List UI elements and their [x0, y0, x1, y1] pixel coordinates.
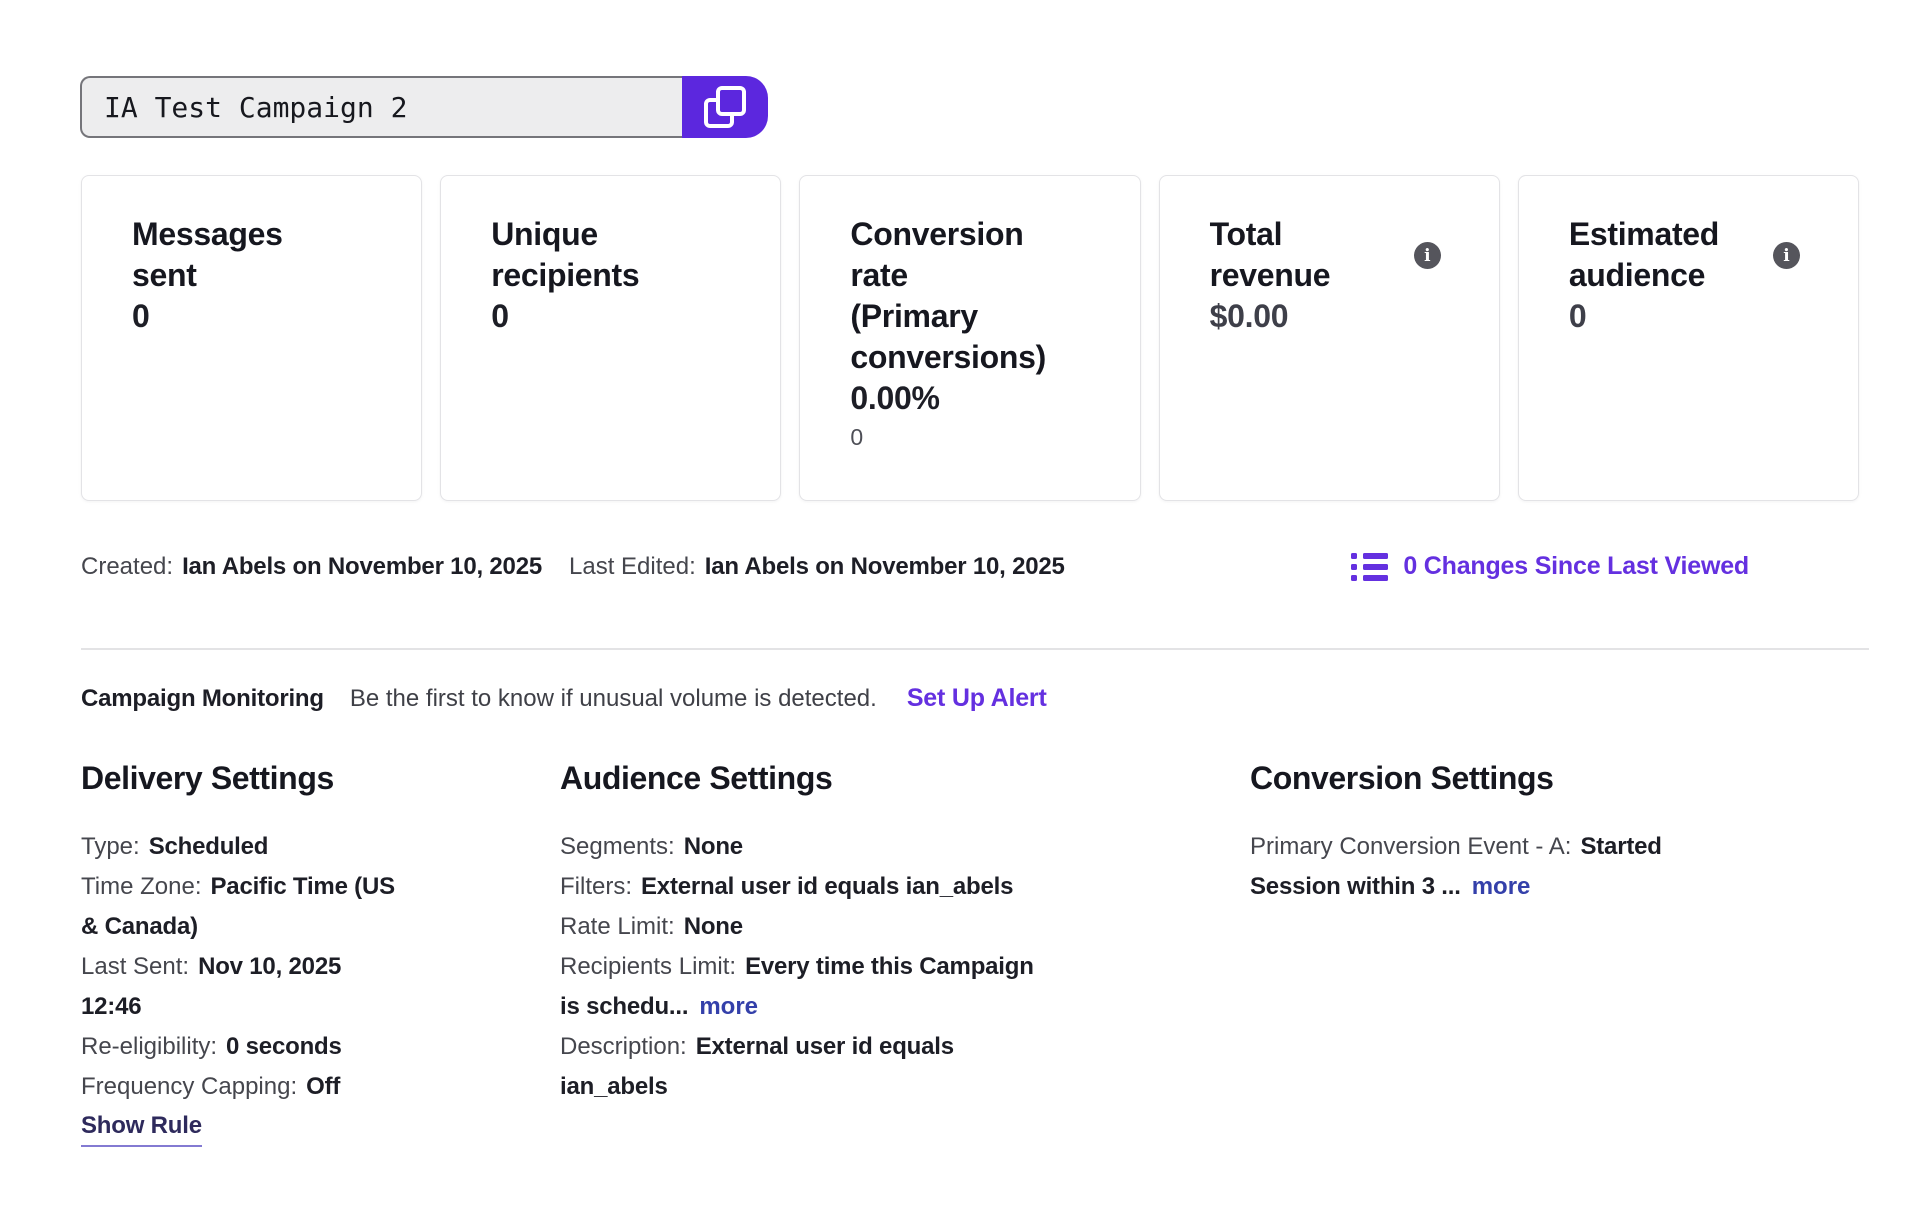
- stat-card-conversion-rate: Conversion rate (Primary conversions) 0.…: [799, 175, 1140, 501]
- row-value: is schedu...: [560, 993, 688, 1020]
- stat-title: Unique recipients: [491, 214, 746, 296]
- meta-row: Created: Ian Abels on November 10, 2025 L…: [81, 552, 1749, 581]
- row-label: Last Sent:: [81, 953, 189, 980]
- row-value: 12:46: [81, 987, 461, 1027]
- row-value: ian_abels: [560, 1067, 1180, 1107]
- row-label: Description:: [560, 1033, 687, 1060]
- created-value: Ian Abels on November 10, 2025: [182, 553, 542, 580]
- row-value: Scheduled: [149, 833, 269, 860]
- info-icon[interactable]: i: [1414, 242, 1441, 269]
- stat-title-line: recipients: [491, 255, 746, 296]
- settings-sections: Delivery Settings Type: Scheduled Time Zo…: [81, 760, 1881, 1180]
- conversion-settings-section: Conversion Settings Primary Conversion E…: [1250, 760, 1830, 907]
- conversion-settings-title: Conversion Settings: [1250, 760, 1830, 797]
- audience-row-filters: Filters: External user id equals ian_abel…: [560, 867, 1180, 907]
- stat-title-line: sent: [132, 255, 387, 296]
- stat-title-line: rate: [850, 255, 1105, 296]
- row-value: Off: [306, 1073, 340, 1100]
- last-edited-value: Ian Abels on November 10, 2025: [705, 553, 1065, 580]
- stat-title: Conversion rate (Primary conversions): [850, 214, 1105, 378]
- campaign-monitoring-row: Campaign Monitoring Be the first to know…: [81, 684, 1047, 713]
- row-value: Session within 3 ...: [1250, 873, 1461, 900]
- stat-title-line: Conversion: [850, 214, 1105, 255]
- stat-card-messages-sent: Messages sent 0: [81, 175, 422, 501]
- stat-value: 0: [491, 296, 746, 337]
- stat-card-total-revenue: Total revenue $0.00 i: [1159, 175, 1500, 501]
- copy-button[interactable]: [682, 76, 768, 138]
- last-edited-info: Last Edited: Ian Abels on November 10, 20…: [569, 553, 1065, 581]
- row-label: Primary Conversion Event - A:: [1250, 833, 1571, 860]
- stat-value: 0: [1569, 296, 1824, 337]
- delivery-row-re-eligibility: Re-eligibility: 0 seconds: [81, 1027, 461, 1067]
- row-value: None: [684, 913, 743, 940]
- audience-settings-section: Audience Settings Segments: None Filters:…: [560, 760, 1180, 1107]
- stat-card-estimated-audience: Estimated audience 0 i: [1518, 175, 1859, 501]
- changes-since-last-viewed-link[interactable]: 0 Changes Since Last Viewed: [1351, 552, 1749, 581]
- row-value: External user id equals: [696, 1033, 954, 1060]
- stat-card-unique-recipients: Unique recipients 0: [440, 175, 781, 501]
- stat-value: 0.00%: [850, 378, 1105, 419]
- delivery-row-time-zone: Time Zone: Pacific Time (US & Canada): [81, 867, 461, 947]
- audience-row-rate-limit: Rate Limit: None: [560, 907, 1180, 947]
- row-value: External user id equals ian_abels: [641, 873, 1013, 900]
- row-label: Segments:: [560, 833, 675, 860]
- delivery-settings-section: Delivery Settings Type: Scheduled Time Zo…: [81, 760, 461, 1147]
- row-value: & Canada): [81, 907, 461, 947]
- row-label: Recipients Limit:: [560, 953, 736, 980]
- monitoring-title: Campaign Monitoring: [81, 685, 324, 713]
- last-edited-label: Last Edited:: [569, 553, 696, 580]
- recipients-limit-more-link[interactable]: more: [699, 993, 758, 1020]
- changes-link-label: 0 Changes Since Last Viewed: [1403, 552, 1749, 581]
- delivery-row-frequency-capping: Frequency Capping: Off: [81, 1067, 461, 1107]
- stat-title-line: Unique: [491, 214, 746, 255]
- info-icon[interactable]: i: [1773, 242, 1800, 269]
- delivery-settings-title: Delivery Settings: [81, 760, 461, 797]
- stat-title-line: (Primary: [850, 296, 1105, 337]
- conversion-more-link[interactable]: more: [1472, 873, 1531, 900]
- show-rule-link[interactable]: Show Rule: [81, 1107, 202, 1147]
- created-info: Created: Ian Abels on November 10, 2025: [81, 553, 542, 581]
- conversion-row-primary-event: Primary Conversion Event - A: Started Sess…: [1250, 827, 1830, 907]
- audience-row-recipients-limit: Recipients Limit: Every time this Campaig…: [560, 947, 1180, 1027]
- set-up-alert-link[interactable]: Set Up Alert: [907, 684, 1047, 713]
- row-value: None: [684, 833, 743, 860]
- row-label: Rate Limit:: [560, 913, 675, 940]
- row-label: Frequency Capping:: [81, 1073, 297, 1100]
- stat-value: $0.00: [1210, 296, 1465, 337]
- changelog-list-icon: [1351, 553, 1388, 581]
- stats-card-row: Messages sent 0 Unique recipients 0 Conv…: [81, 175, 1859, 501]
- stat-title-line: conversions): [850, 337, 1105, 378]
- row-label: Filters:: [560, 873, 632, 900]
- row-label: Re-eligibility:: [81, 1033, 217, 1060]
- audience-row-description: Description: External user id equals ian_a…: [560, 1027, 1180, 1107]
- row-value: Every time this Campaign: [745, 953, 1034, 980]
- campaign-name-input[interactable]: [80, 76, 682, 138]
- row-label: Time Zone:: [81, 873, 201, 900]
- audience-row-segments: Segments: None: [560, 827, 1180, 867]
- row-value: Nov 10, 2025: [198, 953, 341, 980]
- copy-icon: [702, 84, 748, 130]
- section-divider: [81, 648, 1869, 650]
- copy-icon-front-square: [716, 86, 746, 116]
- stat-title-line: Messages: [132, 214, 387, 255]
- delivery-row-last-sent: Last Sent: Nov 10, 2025 12:46: [81, 947, 461, 1027]
- row-value: Pacific Time (US: [210, 873, 394, 900]
- row-value: 0 seconds: [226, 1033, 342, 1060]
- row-label: Type:: [81, 833, 140, 860]
- stat-value: 0: [132, 296, 387, 337]
- stat-sub-value: 0: [850, 424, 1105, 451]
- created-label: Created:: [81, 553, 173, 580]
- delivery-row-type: Type: Scheduled: [81, 827, 461, 867]
- campaign-name-row: [80, 76, 768, 138]
- stat-title: Messages sent: [132, 214, 387, 296]
- monitoring-description: Be the first to know if unusual volume i…: [350, 685, 877, 713]
- row-value: Started: [1580, 833, 1661, 860]
- audience-settings-title: Audience Settings: [560, 760, 1180, 797]
